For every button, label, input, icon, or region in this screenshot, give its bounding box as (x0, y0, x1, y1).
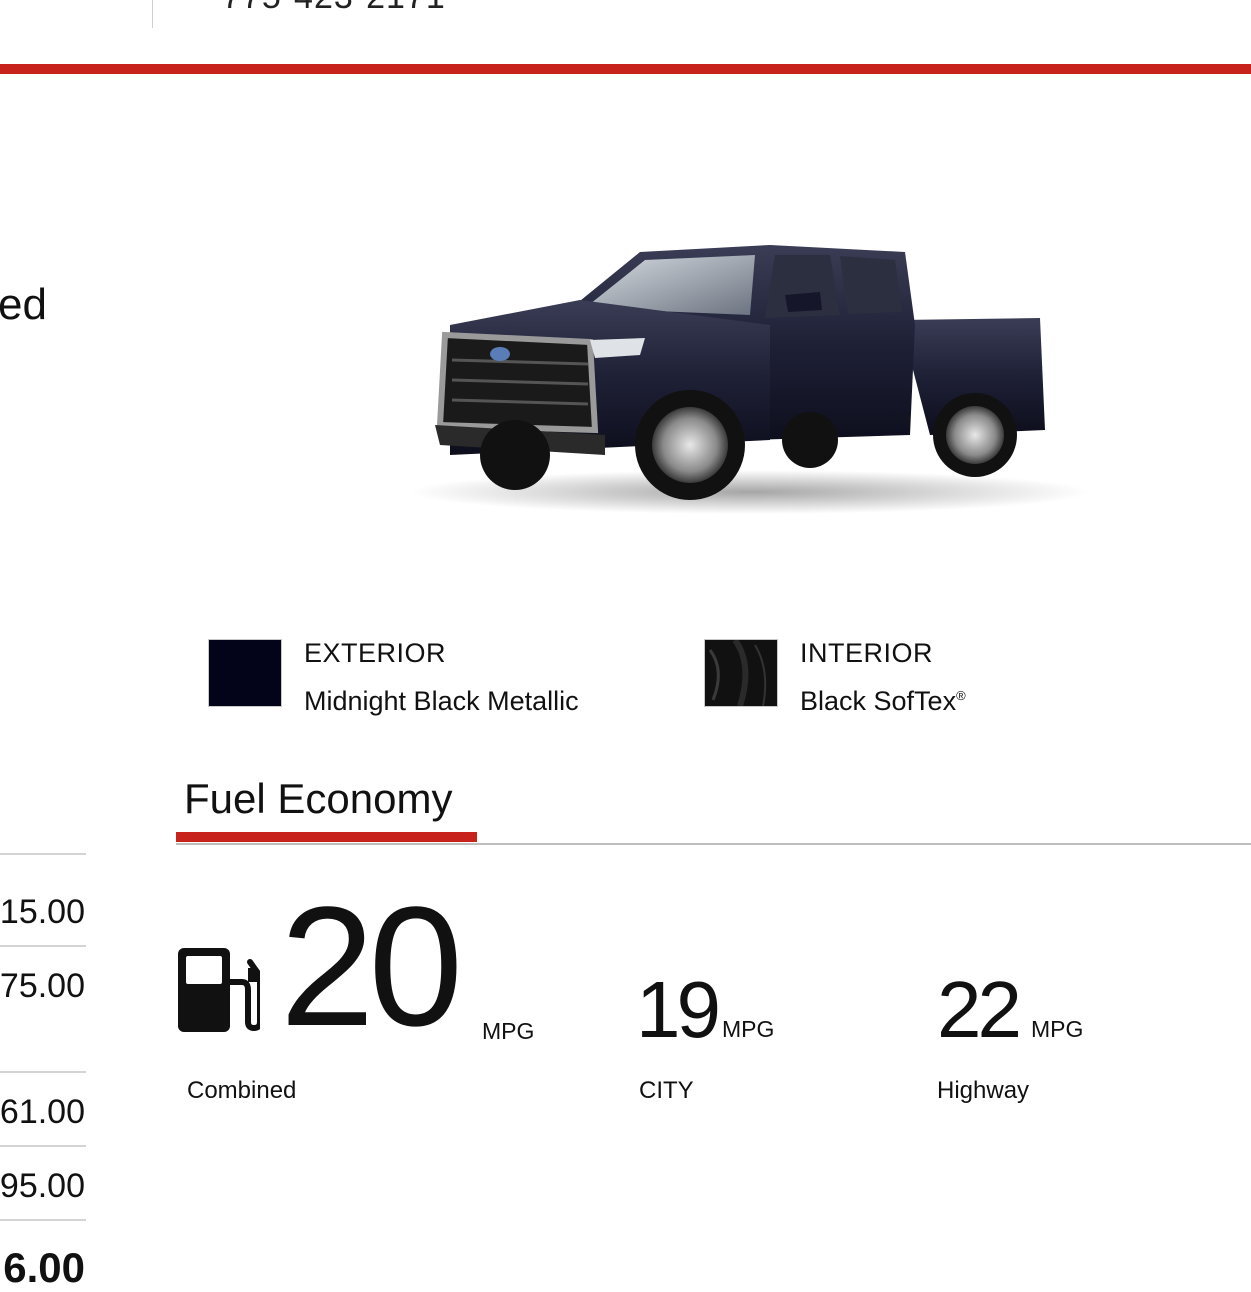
interior-label: INTERIOR (800, 638, 934, 668)
exterior-label: EXTERIOR (304, 638, 447, 668)
fuel-economy-title: Fuel Economy (184, 775, 453, 822)
price-line-3: 61.00 (0, 1093, 85, 1131)
header-divider (152, 0, 153, 28)
exterior-value: Midnight Black Metallic (304, 686, 579, 716)
price-divider (0, 1071, 86, 1073)
header-accent-bar (0, 64, 1251, 74)
highway-mpg-value: 22 (937, 965, 1022, 1054)
price-line-1: 15.00 (0, 893, 85, 931)
price-divider (0, 945, 86, 947)
fuel-economy-underline-accent (176, 832, 477, 842)
highway-mpg-unit: MPG (1031, 1016, 1084, 1042)
combined-mpg-value: 20 (280, 872, 463, 1062)
price-line-4: 95.00 (0, 1167, 85, 1205)
fuel-pump-icon (178, 948, 260, 1032)
combined-label: Combined (187, 1077, 297, 1104)
city-mpg-unit: MPG (722, 1016, 775, 1042)
interior-color-swatch (704, 639, 778, 707)
price-divider (0, 853, 86, 855)
price-divider (0, 1219, 86, 1221)
price-total: 6.00 (3, 1244, 85, 1291)
price-line-2: 75.00 (0, 967, 85, 1005)
city-label: CITY (639, 1077, 694, 1104)
combined-mpg-unit: MPG (482, 1018, 535, 1044)
interior-value-text: Black SofTex (800, 686, 957, 716)
exterior-color-swatch (208, 639, 282, 707)
dealer-phone[interactable]: 775-423-2171 (222, 0, 446, 17)
city-mpg-value: 19 (636, 965, 721, 1054)
interior-value: Black SofTex® (800, 686, 966, 717)
fuel-economy-divider (176, 843, 1251, 845)
vehicle-image (410, 245, 1090, 514)
vehicle-heading: ed (0, 280, 47, 329)
highway-label: Highway (937, 1077, 1030, 1104)
trademark-symbol: ® (956, 688, 966, 703)
price-divider (0, 1145, 86, 1147)
